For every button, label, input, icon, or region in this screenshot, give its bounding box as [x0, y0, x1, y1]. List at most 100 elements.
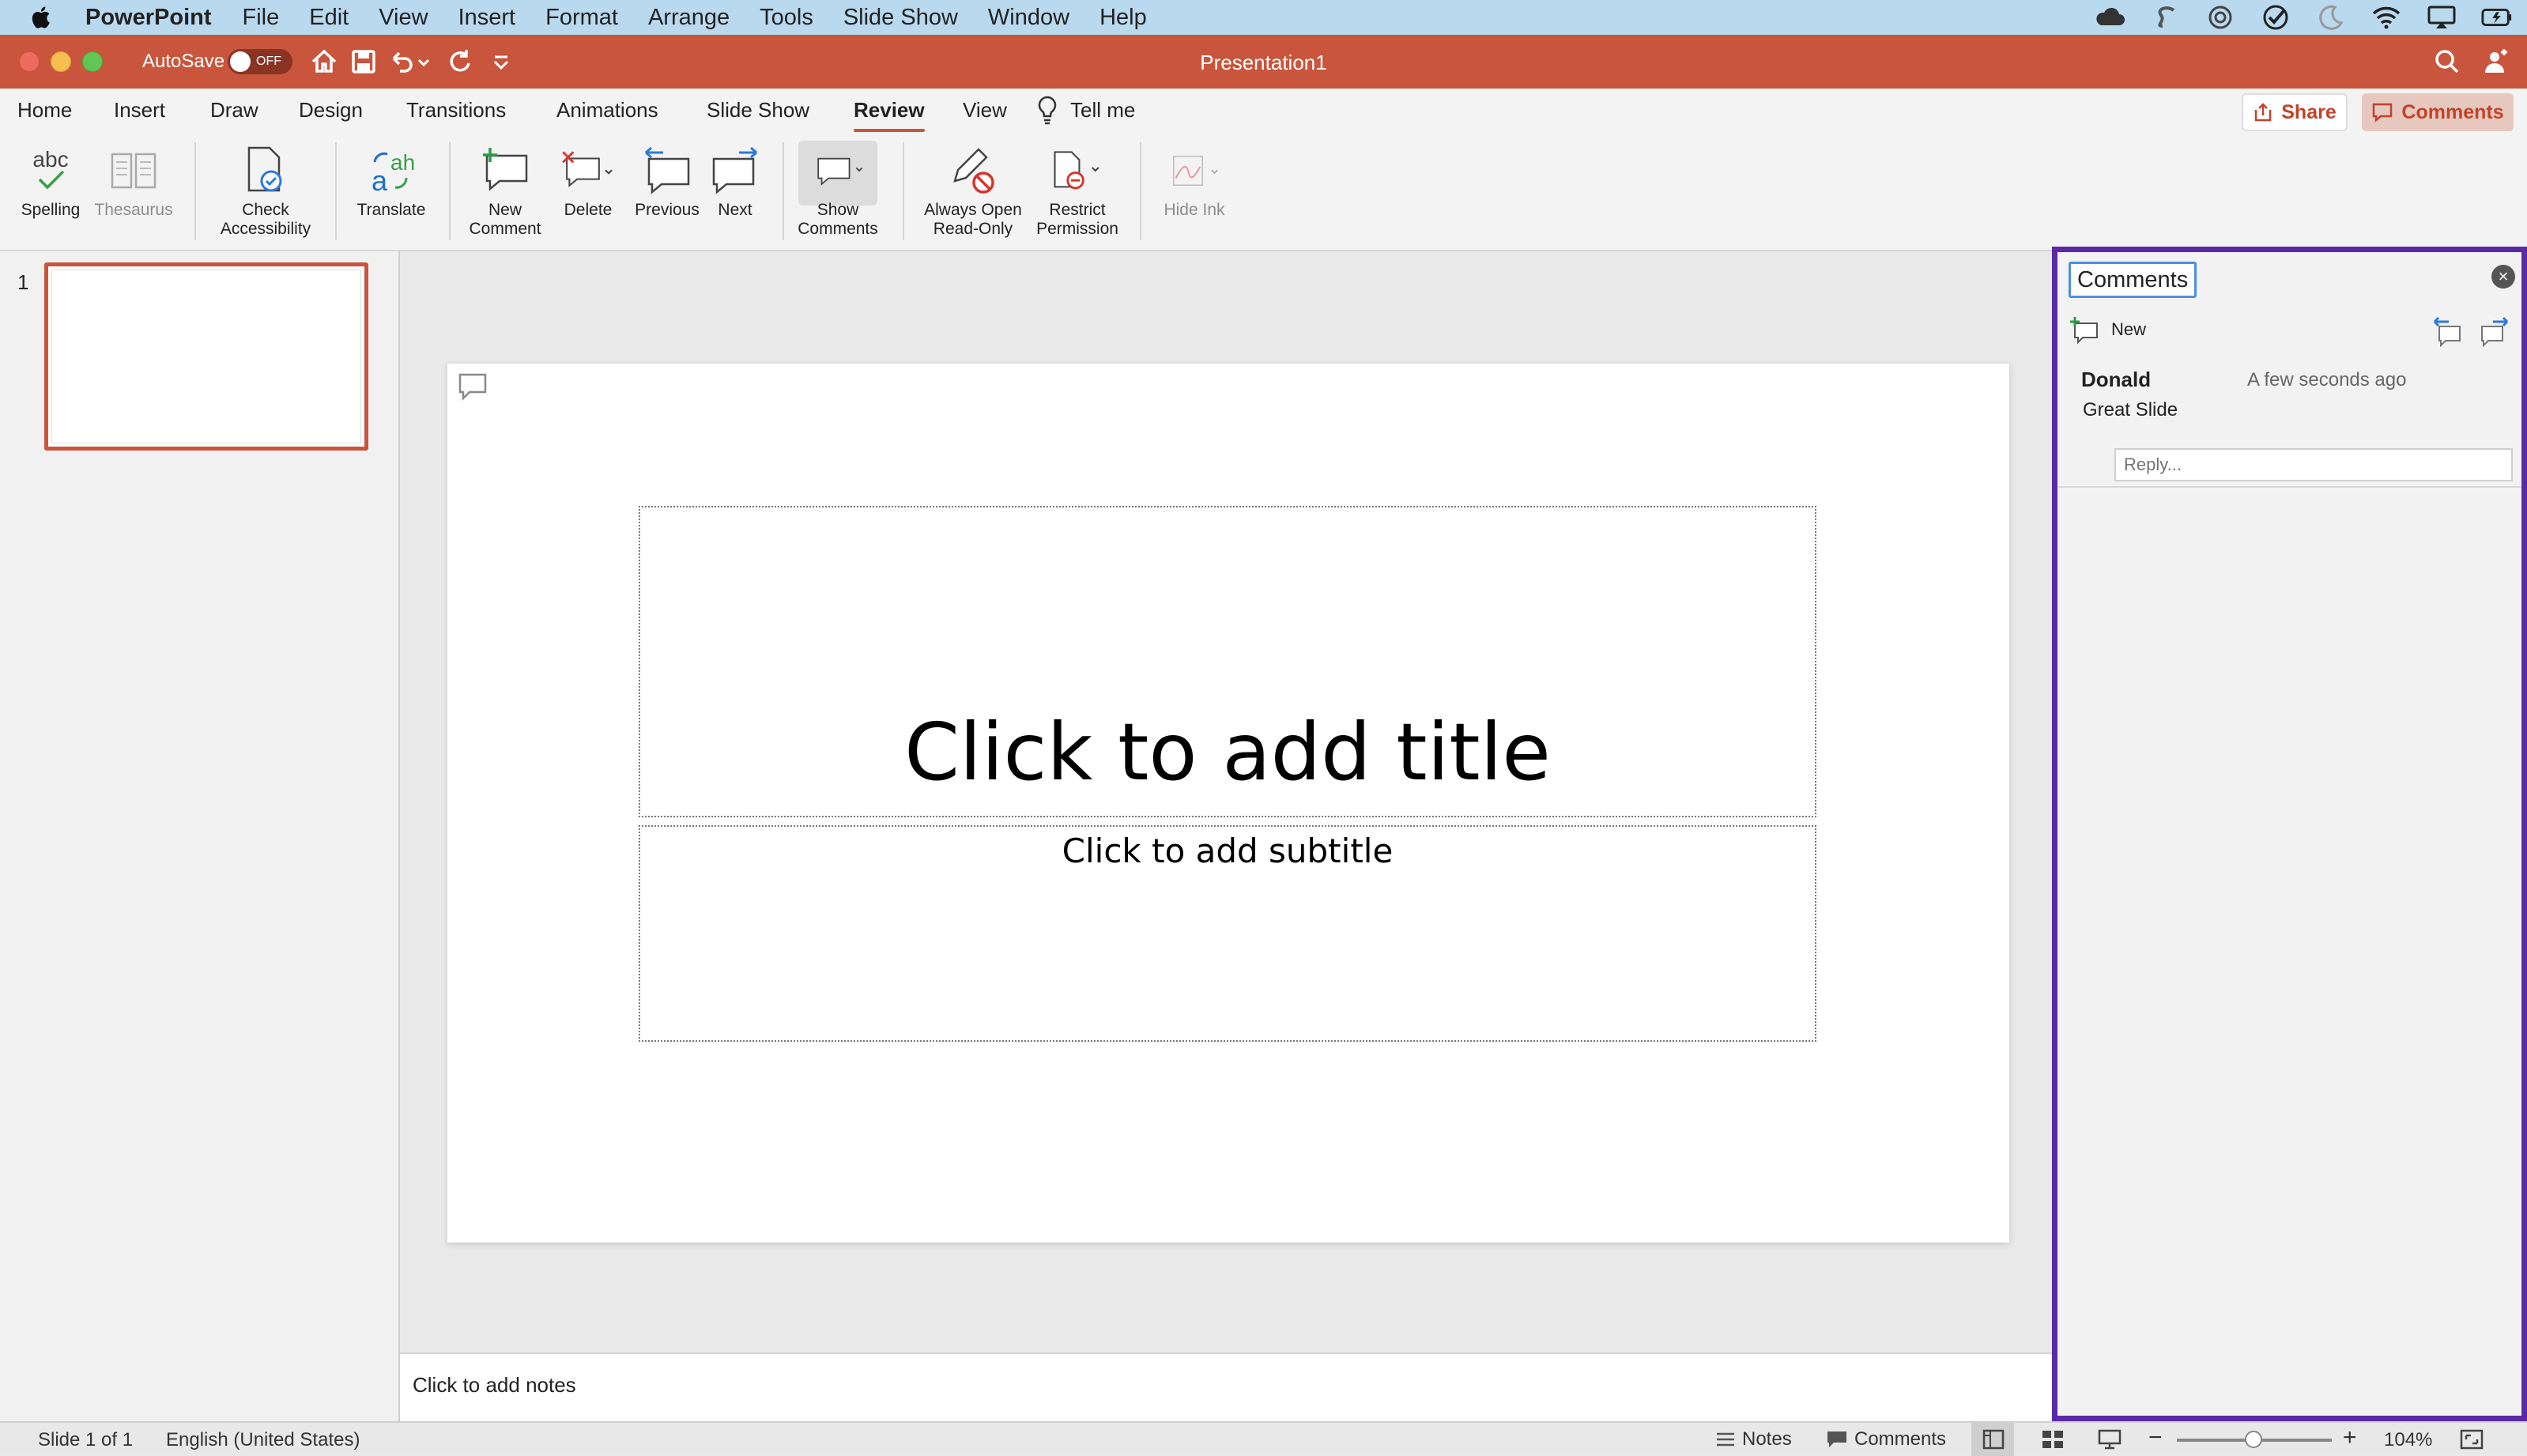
zoom-out-icon[interactable]: −	[2148, 1424, 2163, 1451]
pencil-prohibit-icon	[953, 148, 994, 194]
menu-insert[interactable]: Insert	[458, 5, 516, 31]
tell-me-search[interactable]: Tell me	[1070, 98, 1135, 123]
tab-slide-show[interactable]: Slide Show	[707, 98, 809, 123]
menu-arrange[interactable]: Arrange	[648, 5, 730, 31]
menu-slide-show[interactable]: Slide Show	[843, 5, 958, 31]
notes-placeholder[interactable]: Click to add notes	[413, 1373, 576, 1398]
menu-format[interactable]: Format	[545, 5, 618, 31]
tab-home[interactable]: Home	[17, 98, 72, 123]
slide-sorter-icon[interactable]	[2041, 1429, 2065, 1450]
reply-input[interactable]	[2114, 448, 2513, 481]
svg-text:ah: ah	[390, 150, 415, 175]
share-button[interactable]: Share	[2242, 93, 2348, 131]
presenter-view-icon[interactable]	[2098, 1429, 2122, 1450]
comment-author: Donald	[2081, 368, 2152, 391]
new-comment-pane-button[interactable]: New	[2069, 315, 2146, 344]
zoom-in-icon[interactable]: +	[2343, 1424, 2357, 1451]
document-title: Presentation1	[1200, 51, 1327, 74]
menu-edit[interactable]: Edit	[309, 5, 349, 31]
hide-ink-label: Hide Ink	[1164, 201, 1225, 219]
check-accessibility-button[interactable]: Check Accessibility	[210, 141, 321, 239]
wifi-icon[interactable]	[2370, 4, 2402, 31]
check-accessibility-line2: Accessibility	[220, 220, 311, 238]
moon-icon[interactable]	[2315, 4, 2347, 31]
app-name-menu[interactable]: PowerPoint	[85, 5, 212, 31]
new-comment-button[interactable]: New Comment	[462, 141, 549, 239]
close-pane-icon[interactable]: ×	[2491, 265, 2515, 289]
ribbon-separator	[1140, 142, 1141, 240]
restrict-permission-button[interactable]: Restrict Permission	[1028, 141, 1127, 239]
slide-thumbnail[interactable]	[44, 262, 368, 451]
share-person-icon[interactable]	[2482, 47, 2510, 76]
cloud-icon[interactable]	[2094, 4, 2125, 31]
comment-thread[interactable]: Donald A few seconds ago Great Slide	[2057, 360, 2521, 488]
hide-ink-icon	[1173, 156, 1218, 186]
battery-icon[interactable]	[2481, 4, 2513, 31]
next-comment-button[interactable]: Next	[702, 141, 768, 220]
menu-view[interactable]: View	[379, 5, 428, 31]
menu-file[interactable]: File	[243, 5, 280, 31]
tab-view[interactable]: View	[963, 98, 1007, 123]
tab-draw[interactable]: Draw	[210, 98, 258, 123]
zoom-slider-knob[interactable]	[2245, 1431, 2262, 1448]
hide-ink-button[interactable]: Hide Ink	[1151, 141, 1238, 220]
show-comments-line1: Show	[817, 201, 859, 219]
always-open-line2: Read-Only	[933, 220, 1013, 238]
new-comment-line2: Comment	[469, 220, 541, 238]
next-comment-icon[interactable]	[2479, 315, 2510, 347]
status-bar: Slide 1 of 1 English (United States) Not…	[0, 1421, 2527, 1456]
search-icon[interactable]	[2433, 47, 2461, 76]
comment-timestamp: A few seconds ago	[2247, 369, 2407, 390]
svg-text:a: a	[372, 164, 388, 195]
comment-text: Great Slide	[2083, 399, 2178, 421]
spelling-label: Spelling	[21, 201, 81, 219]
translate-button[interactable]: a ah Translate	[348, 141, 435, 220]
menu-help[interactable]: Help	[1099, 5, 1147, 31]
apple-logo-icon[interactable]	[28, 4, 55, 31]
tab-review[interactable]: Review	[854, 98, 925, 132]
show-comments-button[interactable]: Show Comments	[787, 141, 888, 239]
delete-comment-button[interactable]: Delete	[550, 141, 626, 220]
tab-insert[interactable]: Insert	[114, 98, 165, 123]
ribbon-separator	[194, 142, 196, 240]
title-placeholder[interactable]: Click to add title	[639, 506, 1816, 817]
ribbon-review: abc Spelling Thesaurus Check Accessibili…	[0, 134, 2527, 251]
show-comments-line2: Comments	[798, 220, 878, 238]
svg-text:abc: abc	[32, 147, 68, 172]
comments-toggle[interactable]: Comments	[1826, 1428, 1946, 1451]
new-comment-icon	[483, 148, 528, 191]
notes-pane[interactable]: Click to add notes	[400, 1352, 2052, 1421]
tab-animations[interactable]: Animations	[556, 98, 658, 123]
subtitle-placeholder[interactable]: Click to add subtitle	[639, 825, 1816, 1042]
previous-comment-icon[interactable]	[2431, 315, 2463, 347]
language-indicator[interactable]: English (United States)	[166, 1429, 360, 1451]
always-open-read-only-button[interactable]: Always Open Read-Only	[915, 141, 1031, 239]
previous-label: Previous	[635, 201, 700, 219]
ribbon-tabs: Home Insert Draw Design Transitions Anim…	[0, 89, 2527, 134]
tab-design[interactable]: Design	[299, 98, 363, 123]
spelling-button[interactable]: abc Spelling	[14, 141, 87, 220]
zoom-level[interactable]: 104%	[2384, 1429, 2432, 1451]
previous-comment-button[interactable]: Previous	[629, 141, 705, 220]
thesaurus-label: Thesaurus	[94, 201, 173, 219]
tab-transitions[interactable]: Transitions	[406, 98, 506, 123]
slide-canvas[interactable]: Click to add title Click to add subtitle	[447, 364, 2009, 1243]
menu-tools[interactable]: Tools	[760, 5, 813, 31]
accessibility-icon	[247, 146, 282, 192]
airplay-icon[interactable]	[2426, 4, 2457, 31]
fit-to-window-icon[interactable]	[2460, 1429, 2484, 1450]
s-app-icon[interactable]	[2149, 4, 2181, 31]
notes-toggle[interactable]: Notes	[1715, 1428, 1792, 1451]
thesaurus-button[interactable]: Thesaurus	[89, 141, 179, 220]
lightbulb-icon[interactable]	[1035, 95, 1059, 126]
normal-view-icon[interactable]	[1982, 1429, 2005, 1450]
check-circle-icon[interactable]	[2260, 4, 2291, 31]
slide-count: Slide 1 of 1	[38, 1429, 134, 1450]
comment-marker-icon[interactable]	[457, 372, 488, 402]
ribbon-separator	[903, 142, 904, 240]
slide-editor: Click to add title Click to add subtitle	[400, 251, 2052, 1352]
next-label: Next	[718, 201, 752, 219]
menu-window[interactable]: Window	[988, 5, 1069, 31]
comments-button[interactable]: Comments	[2362, 93, 2514, 131]
sync-icon[interactable]	[2205, 4, 2236, 31]
